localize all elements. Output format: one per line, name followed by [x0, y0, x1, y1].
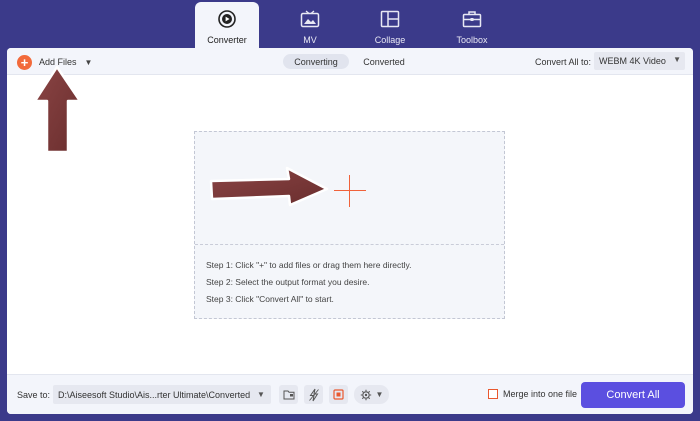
- tab-converted[interactable]: Converted: [353, 54, 415, 69]
- lightning-off-icon: [308, 388, 319, 401]
- tab-converter[interactable]: Converter: [195, 2, 259, 48]
- add-file-plus-icon[interactable]: [334, 175, 366, 207]
- output-path-value: D:\Aiseesoft Studio\Ais...rter Ultimate\…: [58, 389, 251, 400]
- tab-label: Toolbox: [456, 35, 488, 45]
- step-2-text: Step 2: Select the output format you des…: [206, 277, 370, 287]
- tab-converting-label: Converting: [294, 56, 338, 67]
- top-navigation: Converter MV Collage Toolbox: [0, 0, 700, 48]
- chevron-down-icon: ▼: [673, 55, 681, 64]
- open-folder-button[interactable]: [279, 385, 298, 404]
- chevron-down-icon: ▼: [375, 390, 384, 399]
- add-files-button[interactable]: + Add Files ▼: [17, 54, 92, 70]
- tab-mv[interactable]: MV: [278, 2, 342, 48]
- tab-label: Converter: [207, 35, 247, 45]
- tab-toolbox[interactable]: Toolbox: [440, 2, 504, 48]
- output-path-field[interactable]: D:\Aiseesoft Studio\Ais...rter Ultimate\…: [53, 385, 271, 404]
- converter-panel: + Add Files ▼ Converting Converted Conve…: [7, 48, 693, 414]
- convert-all-button[interactable]: Convert All: [581, 382, 685, 408]
- output-format-select[interactable]: WEBM 4K Video ▼: [594, 52, 685, 70]
- settings-button[interactable]: ▼: [354, 385, 389, 404]
- add-files-label: Add Files: [39, 57, 77, 67]
- collage-icon: [379, 8, 401, 30]
- tab-collage[interactable]: Collage: [358, 2, 422, 48]
- converter-toolbar: + Add Files ▼ Converting Converted Conve…: [7, 48, 693, 75]
- merge-into-one-file-checkbox[interactable]: Merge into one file: [488, 389, 577, 399]
- convert-all-to-label: Convert All to:: [535, 56, 592, 67]
- mv-icon: [299, 8, 321, 30]
- gear-icon: [360, 389, 371, 400]
- tab-converting[interactable]: Converting: [283, 54, 349, 69]
- drop-zone[interactable]: [195, 132, 504, 245]
- checkbox[interactable]: [488, 389, 498, 399]
- gpu-acceleration-button[interactable]: [329, 385, 348, 404]
- add-icon: +: [17, 54, 32, 70]
- merge-label: Merge into one file: [503, 389, 578, 399]
- file-drop-area[interactable]: Step 1: Click "+" to add files or drag t…: [194, 131, 505, 319]
- step-3-text: Step 3: Click "Convert All" to start.: [206, 294, 334, 304]
- tab-label: Collage: [374, 35, 406, 45]
- bottom-bar: Save to: D:\Aiseesoft Studio\Ais...rter …: [7, 374, 693, 414]
- folder-icon: [283, 390, 294, 400]
- output-format-value: WEBM 4K Video: [599, 56, 666, 66]
- toolbox-icon: [461, 8, 483, 30]
- tab-converted-label: Converted: [363, 56, 405, 67]
- tab-label: MV: [303, 35, 317, 45]
- converter-icon: [216, 8, 238, 30]
- gpu-icon: [333, 389, 344, 400]
- step-1-text: Step 1: Click "+" to add files or drag t…: [206, 260, 412, 270]
- chevron-down-icon[interactable]: ▼: [251, 385, 271, 404]
- hardware-acceleration-button[interactable]: [304, 385, 323, 404]
- chevron-down-icon[interactable]: ▼: [85, 58, 93, 67]
- save-to-label: Save to:: [17, 390, 51, 400]
